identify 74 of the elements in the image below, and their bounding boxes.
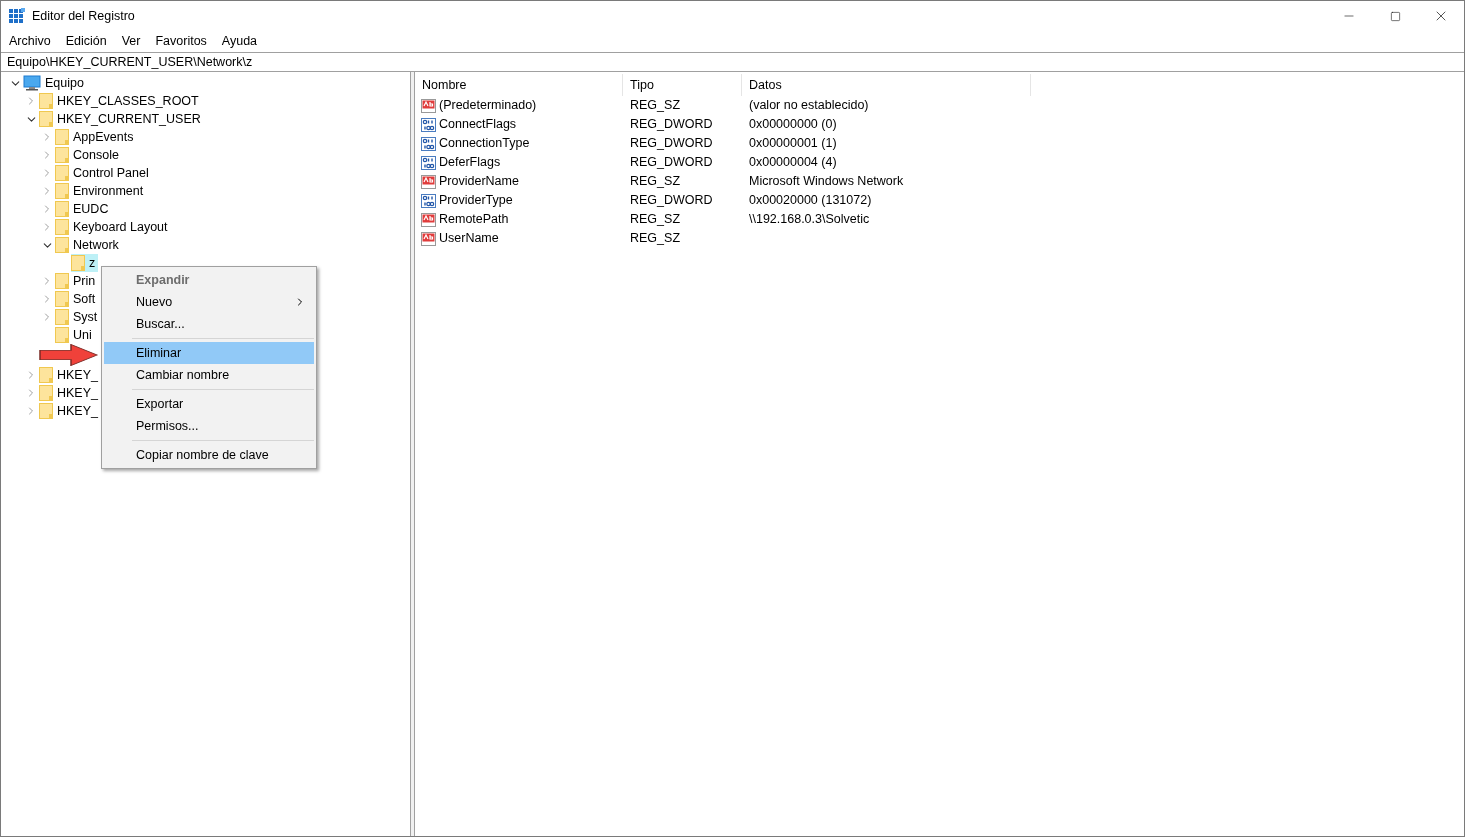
menu-item[interactable]: Favoritos <box>149 31 213 51</box>
binary-value-icon <box>421 117 436 132</box>
folder-icon <box>39 93 53 109</box>
value-type: REG_DWORD <box>630 155 713 170</box>
value-data: (valor no establecido) <box>749 98 869 113</box>
value-type: REG_DWORD <box>630 193 713 208</box>
folder-icon <box>55 129 69 145</box>
folder-icon <box>55 291 69 307</box>
folder-icon <box>55 201 69 217</box>
binary-value-icon <box>421 155 436 170</box>
string-value-icon <box>421 174 436 189</box>
string-value-icon <box>421 212 436 227</box>
value-name[interactable]: DeferFlags <box>439 153 501 172</box>
folder-icon <box>39 403 53 419</box>
folder-icon <box>39 367 53 383</box>
value-name[interactable]: ProviderType <box>439 191 513 210</box>
value-data: 0x00000001 (1) <box>749 136 837 151</box>
value-type: REG_DWORD <box>630 117 713 132</box>
value-type: REG_SZ <box>630 231 680 246</box>
value-name[interactable]: RemotePath <box>439 210 509 229</box>
folder-icon <box>55 309 69 325</box>
value-name[interactable]: ConnectionType <box>439 134 530 153</box>
string-value-icon <box>421 98 436 113</box>
column-header[interactable]: Nombre <box>415 74 623 96</box>
folder-icon <box>55 273 69 289</box>
folder-icon <box>39 385 53 401</box>
app-grid-icon <box>9 8 25 24</box>
context-menu-item[interactable]: Eliminar <box>104 342 314 364</box>
context-menu-item[interactable]: Exportar <box>104 393 314 415</box>
context-menu-item[interactable]: Copiar nombre de clave <box>104 444 314 466</box>
value-name[interactable]: UserName <box>439 229 499 248</box>
maximize-icon <box>1389 10 1401 22</box>
value-data: Microsoft Windows Network <box>749 174 904 189</box>
value-data: \\192.168.0.3\Solvetic <box>749 212 870 227</box>
menu-item[interactable]: Ver <box>115 31 147 51</box>
value-data: 0x00020000 (131072) <box>749 193 872 208</box>
pointer-arrow-icon <box>39 344 99 366</box>
string-value-icon <box>421 231 436 246</box>
folder-icon <box>55 327 69 343</box>
context-menu-item[interactable]: Nuevo <box>104 291 314 313</box>
folder-icon <box>55 165 69 181</box>
address-bar[interactable]: Equipo\HKEY_CURRENT_USER\Network\z <box>1 52 1464 72</box>
folder-icon <box>55 219 69 235</box>
column-header[interactable]: Tipo <box>623 74 742 96</box>
value-type: REG_SZ <box>630 98 680 113</box>
folder-icon <box>55 237 69 253</box>
value-data: 0x00000000 (0) <box>749 117 837 132</box>
menu-item[interactable]: Archivo <box>3 31 57 51</box>
value-name[interactable]: ConnectFlags <box>439 115 517 134</box>
tree-item[interactable]: HKEY_CLASSES_ROOT <box>39 91 202 111</box>
menu-item[interactable]: Edición <box>59 31 113 51</box>
context-menu-item[interactable]: Cambiar nombre <box>104 364 314 386</box>
context-menu-item[interactable]: Buscar... <box>104 313 314 335</box>
column-header[interactable]: Datos <box>742 74 1031 96</box>
value-data: 0x00000004 (4) <box>749 155 837 170</box>
folder-icon <box>39 111 53 127</box>
binary-value-icon <box>421 193 436 208</box>
folder-icon <box>55 183 69 199</box>
context-menu-item[interactable]: Permisos... <box>104 415 314 437</box>
tree-item[interactable]: HKEY_ <box>39 365 101 385</box>
value-type: REG_DWORD <box>630 136 713 151</box>
tree-item[interactable]: Keyboard Layout <box>55 217 171 237</box>
value-type: REG_SZ <box>630 174 680 189</box>
value-name[interactable]: (Predeterminado) <box>439 96 537 115</box>
tree-item[interactable]: Equipo <box>23 73 87 93</box>
folder-icon <box>55 147 69 163</box>
tree-item[interactable]: Syst <box>55 307 101 327</box>
value-type: REG_SZ <box>630 212 680 227</box>
computer-icon <box>23 75 41 91</box>
window-title: Editor del Registro <box>32 7 135 25</box>
binary-value-icon <box>421 136 436 151</box>
menu-item[interactable]: Ayuda <box>215 31 264 51</box>
value-name[interactable]: ProviderName <box>439 172 519 191</box>
folder-icon <box>71 255 85 271</box>
